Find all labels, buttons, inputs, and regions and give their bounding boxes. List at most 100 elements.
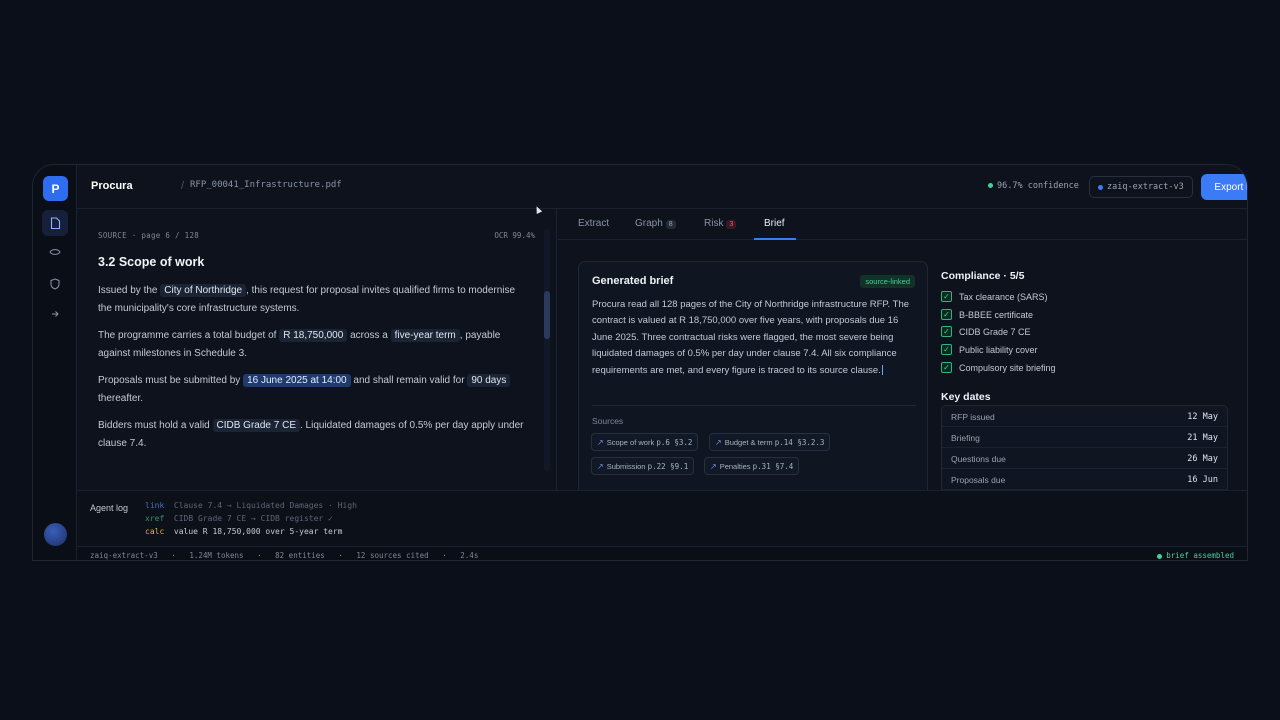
paragraph-budget: The programme carries a total budget of … [98, 327, 528, 362]
chip-label: Submission [606, 461, 646, 471]
compliance-item[interactable]: ✓ Tax clearance (SARS) [941, 291, 1048, 302]
log-line: link Clause 7.4 → Liquidated Damages · H… [145, 501, 357, 510]
agent-log-panel: Agent log link Clause 7.4 → Liquidated D… [77, 490, 1247, 546]
text: Issued by the [98, 285, 158, 296]
source-page-meta: SOURCE · page 6 / 128 [98, 231, 200, 240]
export-brief-button[interactable]: Export brief [1201, 174, 1247, 200]
top-bar: Procura / RFP_00041_Infrastructure.pdf 9… [77, 165, 1247, 209]
date-label: RFP issued [951, 412, 995, 422]
log-text: Clause 7.4 → Liquidated Damages · High [173, 501, 357, 510]
log-text: CIDB Grade 7 CE → CIDB register ✓ [173, 514, 333, 523]
compliance-item[interactable]: ✓ B-BBEE certificate [941, 309, 1033, 320]
text: The programme carries a total budget of [98, 330, 277, 341]
date-value: 21 May [1187, 433, 1218, 443]
paragraph-deadline: Proposals must be submitted by 16 June 2… [98, 372, 528, 407]
compliance-label: Compulsory site briefing [959, 362, 1056, 373]
entity-grade[interactable]: CIDB Grade 7 CE [212, 419, 300, 432]
tab-risk[interactable]: Risk 3 [704, 218, 737, 229]
brief-title: Generated brief [592, 275, 674, 287]
brief-body[interactable]: Procura read all 128 pages of the City o… [592, 297, 918, 379]
entity-term[interactable]: five-year term [390, 329, 460, 342]
log-kind: link [145, 501, 165, 510]
source-chip[interactable]: ↗ Penalties p.31 §7.4 [704, 457, 800, 475]
link-arrow-icon: ↗ [715, 437, 722, 447]
check-icon: ✓ [941, 344, 952, 355]
paragraph-issuer: Issued by the City of Northridge, this r… [98, 282, 528, 317]
check-icon: ✓ [941, 326, 952, 337]
date-value: 26 May [1187, 454, 1218, 464]
analysis-pane: Extract Graph 8 Risk 3 Brief Generated bri… [558, 209, 1247, 501]
app-window: P Procura / RFP_00041_Infrastructure.pdf… [32, 164, 1248, 561]
file-name[interactable]: RFP_00041_Infrastructure.pdf [190, 180, 342, 190]
source-chip[interactable]: ↗ Budget & term p.14 §3.2.3 [709, 433, 831, 451]
document-icon[interactable] [42, 210, 68, 236]
entity-budget[interactable]: R 18,750,000 [279, 329, 348, 342]
text: and shall remain valid for [353, 375, 465, 386]
tab-count: 8 [665, 220, 676, 229]
source-chip[interactable]: ↗ Scope of work p.6 §3.2 [591, 433, 699, 451]
compliance-label: CIDB Grade 7 CE [959, 326, 1031, 337]
entity-city[interactable]: City of Northridge [160, 284, 247, 297]
avatar[interactable] [44, 523, 67, 546]
chip-ref: p.31 §7.4 [752, 461, 794, 471]
status-dot-icon [1157, 553, 1163, 559]
status-state: brief assembled [1157, 551, 1234, 560]
scrollbar-thumb[interactable] [544, 291, 550, 339]
shield-icon[interactable] [42, 271, 68, 297]
compliance-item[interactable]: ✓ CIDB Grade 7 CE [941, 326, 1031, 337]
key-dates-title: Key dates [941, 391, 991, 403]
eye-icon[interactable] [42, 239, 68, 265]
log-text: value R 18,750,000 over 5-year term [173, 527, 343, 536]
date-label: Questions due [951, 454, 1006, 464]
date-label: Proposals due [951, 475, 1006, 485]
brand-name: Procura [91, 180, 133, 192]
text: Bidders must hold a valid [98, 420, 210, 431]
entity-validity[interactable]: 90 days [467, 374, 511, 387]
active-tab-indicator [754, 238, 796, 240]
chip-label: Penalties [719, 461, 751, 471]
compliance-item[interactable]: ✓ Compulsory site briefing [941, 362, 1056, 373]
tab-brief[interactable]: Brief [764, 218, 785, 229]
status-model: zaiq-extract-v3 [90, 551, 158, 560]
confidence-text: 96.7% confidence [997, 181, 1079, 191]
log-kind: calc [145, 527, 165, 536]
agent-log-label: Agent log [90, 503, 129, 513]
chip-label: Budget & term [724, 437, 773, 447]
date-value: 16 Jun [1187, 475, 1218, 485]
key-dates-table: RFP issued 12 May Briefing 21 May Question… [941, 405, 1228, 495]
chip-ref: p.22 §9.1 [647, 461, 689, 471]
tab-graph[interactable]: Graph 8 [635, 218, 676, 229]
text: thereafter. [98, 392, 144, 404]
text: Proposals must be submitted by [98, 375, 241, 386]
compliance-label: Tax clearance (SARS) [959, 291, 1048, 302]
arrow-icon[interactable] [42, 301, 68, 327]
date-value: 12 May [1187, 412, 1218, 422]
log-line: calc value R 18,750,000 over 5-year term [145, 527, 342, 536]
breadcrumb-separator: / [181, 180, 185, 192]
tab-label: Brief [764, 218, 785, 229]
status-bar: zaiq-extract-v3 · 1.24M tokens · 82 enti… [77, 546, 1247, 560]
table-row: Briefing 21 May [942, 427, 1227, 448]
date-label: Briefing [951, 433, 980, 443]
tab-extract[interactable]: Extract [578, 218, 609, 229]
model-dot-icon [1098, 184, 1103, 190]
chip-ref: p.14 §3.2.3 [774, 437, 825, 447]
tab-label: Risk [704, 218, 724, 229]
link-arrow-icon: ↗ [597, 437, 604, 447]
entity-deadline[interactable]: 16 June 2025 at 14:00 [243, 374, 351, 387]
compliance-title: Compliance · 5/5 [941, 270, 1025, 282]
scrollbar[interactable] [544, 229, 550, 471]
log-line: xref CIDB Grade 7 CE → CIDB register ✓ [145, 514, 333, 523]
status-state-text: brief assembled [1166, 551, 1234, 560]
source-chip[interactable]: ↗ Submission p.22 §9.1 [591, 457, 695, 475]
compliance-item[interactable]: ✓ Public liability cover [941, 344, 1038, 355]
confidence-indicator: 96.7% confidence [988, 181, 1079, 191]
text-caret [881, 365, 883, 376]
model-badge[interactable]: zaiq-extract-v3 [1089, 176, 1193, 198]
tab-label: Graph [635, 218, 663, 229]
section-heading: 3.2 Scope of work [98, 255, 205, 269]
tab-count: 3 [726, 220, 737, 229]
source-document-pane: SOURCE · page 6 / 128 OCR 99.4% 3.2 Scop… [77, 209, 557, 490]
text: across a [350, 330, 388, 341]
paragraph-grade: Bidders must hold a valid CIDB Grade 7 C… [98, 417, 528, 452]
